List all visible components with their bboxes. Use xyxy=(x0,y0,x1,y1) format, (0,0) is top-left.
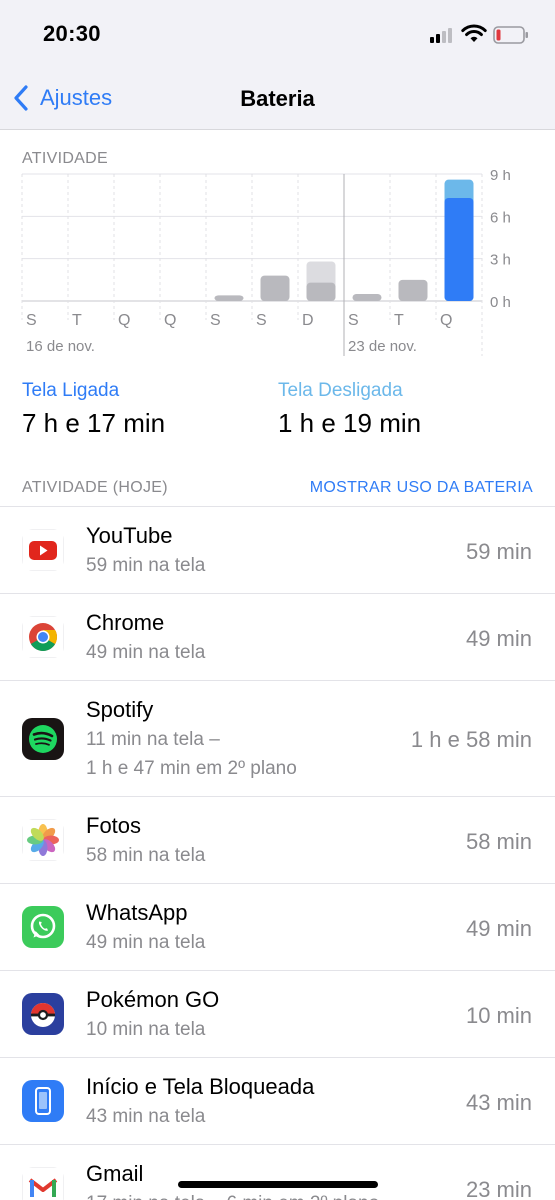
app-usage-time: 23 min xyxy=(465,1177,532,1200)
app-name: Gmail xyxy=(86,1161,144,1186)
app-name: Chrome xyxy=(86,610,165,635)
app-detail: 59 min na tela xyxy=(86,555,206,576)
app-detail: 49 min na tela xyxy=(86,642,206,663)
photos-icon xyxy=(22,819,64,861)
chart-bar-screen-on xyxy=(214,295,244,301)
app-usage-time: 58 min xyxy=(465,829,532,854)
whatsapp-icon xyxy=(22,906,64,948)
show-battery-usage-button[interactable]: MOSTRAR USO DA BATERIA xyxy=(310,479,533,497)
app-name: Spotify xyxy=(86,697,154,722)
chart-y-tick-label: 0 h xyxy=(490,294,511,311)
app-usage-time: 49 min xyxy=(465,626,532,651)
activity-chart: 9 h 6 h 3 h 0 h S T Q Q S S D S T Q 16 de nov. 23 de no… xyxy=(0,167,555,370)
chart-day-label: Q xyxy=(440,312,452,329)
app-usage-time: 43 min xyxy=(465,1090,532,1115)
app-row-home-lock-screen[interactable]: Início e Tela Bloqueada 43 min na tela 4… xyxy=(0,1058,555,1145)
home-indicator[interactable] xyxy=(178,1181,378,1188)
chart-bar-screen-on xyxy=(306,282,336,301)
chart-day-label: T xyxy=(72,312,82,329)
chart-date-label: 23 de nov. xyxy=(348,338,417,355)
chart-date-label: 16 de nov. xyxy=(26,338,95,355)
app-detail: 58 min na tela xyxy=(86,845,206,866)
app-row-photos[interactable]: Fotos 58 min na tela 58 min xyxy=(0,797,555,884)
wifi-icon xyxy=(461,24,487,42)
gmail-icon xyxy=(22,1167,64,1200)
chart-y-tick-label: 6 h xyxy=(490,209,511,226)
app-row-spotify[interactable]: Spotify 11 min na tela – 1 h e 47 min em… xyxy=(0,681,555,797)
screen-on-label: Tela Ligada xyxy=(22,380,120,401)
app-usage-time: 49 min xyxy=(465,916,532,941)
chart-day-label: S xyxy=(348,312,359,329)
chrome-icon xyxy=(22,616,64,658)
activity-chart-svg: 9 h 6 h 3 h 0 h S T Q Q S S D S T Q 16 de nov. 23 de no… xyxy=(21,167,511,356)
app-name: WhatsApp xyxy=(86,900,188,925)
app-row-gmail[interactable]: Gmail 17 min na tela – 6 min em 2º plano… xyxy=(0,1145,555,1200)
app-detail: 49 min na tela xyxy=(86,932,206,953)
chart-bar-screen-on xyxy=(398,279,428,301)
spotify-icon xyxy=(22,718,64,760)
today-activity-label: ATIVIDADE (HOJE) xyxy=(22,479,168,496)
app-detail: 43 min na tela xyxy=(86,1106,206,1127)
app-name: Início e Tela Bloqueada xyxy=(86,1074,315,1099)
chart-bar-screen-on xyxy=(260,275,290,301)
chart-y-tick-label: 9 h xyxy=(490,170,511,184)
status-bar: 20:30 xyxy=(0,0,555,70)
battery-low-icon xyxy=(493,26,528,44)
app-row-youtube[interactable]: YouTube 59 min na tela 59 min xyxy=(0,507,555,594)
home-lock-screen-icon xyxy=(22,1080,64,1122)
chart-day-label: Q xyxy=(164,312,176,329)
app-usage-time: 10 min xyxy=(465,1003,532,1028)
app-usage-list: YouTube 59 min na tela 59 min Chrome 49 … xyxy=(0,506,555,1200)
app-detail: 17 min na tela – 6 min em 2º plano xyxy=(86,1189,379,1200)
navigation-bar: Ajustes Bateria xyxy=(0,70,555,130)
app-detail-background: 1 h e 47 min em 2º plano xyxy=(86,758,297,779)
chart-bar-screen-on xyxy=(444,197,474,301)
app-detail: 10 min na tela xyxy=(86,1019,206,1040)
activity-section-label: ATIVIDADE xyxy=(22,150,108,167)
app-name: YouTube xyxy=(86,523,173,548)
app-row-pokemon-go[interactable]: Pokémon GO 10 min na tela 10 min xyxy=(0,971,555,1058)
chart-day-label: S xyxy=(256,312,267,329)
app-row-whatsapp[interactable]: WhatsApp 49 min na tela 49 min xyxy=(0,884,555,971)
cellular-signal-icon xyxy=(430,27,456,43)
app-name: Fotos xyxy=(86,813,142,838)
screen-on-value: 7 h e 17 min xyxy=(22,408,166,438)
page-title: Bateria xyxy=(240,86,315,111)
screen-off-stat: Tela Desligada 1 h e 19 min xyxy=(278,380,421,439)
chart-bar-screen-on xyxy=(352,293,382,301)
screen-off-value: 1 h e 19 min xyxy=(278,408,422,438)
app-usage-time: 59 min xyxy=(465,539,532,564)
screen-off-label: Tela Desligada xyxy=(278,380,403,401)
app-detail: 11 min na tela – xyxy=(86,729,220,750)
app-usage-time: 1 h e 58 min xyxy=(410,727,532,752)
chart-day-label: D xyxy=(302,312,314,329)
chart-day-label: S xyxy=(26,312,37,329)
pokemon-go-icon xyxy=(22,993,64,1035)
chart-day-label: T xyxy=(394,312,404,329)
status-time: 20:30 xyxy=(43,21,101,46)
screen-on-stat: Tela Ligada 7 h e 17 min xyxy=(22,380,165,439)
youtube-icon xyxy=(22,529,64,571)
app-name: Pokémon GO xyxy=(86,987,220,1012)
chart-day-label: Q xyxy=(118,312,130,329)
chart-day-label: S xyxy=(210,312,221,329)
chart-y-tick-label: 3 h xyxy=(490,252,511,269)
app-row-chrome[interactable]: Chrome 49 min na tela 49 min xyxy=(0,594,555,681)
